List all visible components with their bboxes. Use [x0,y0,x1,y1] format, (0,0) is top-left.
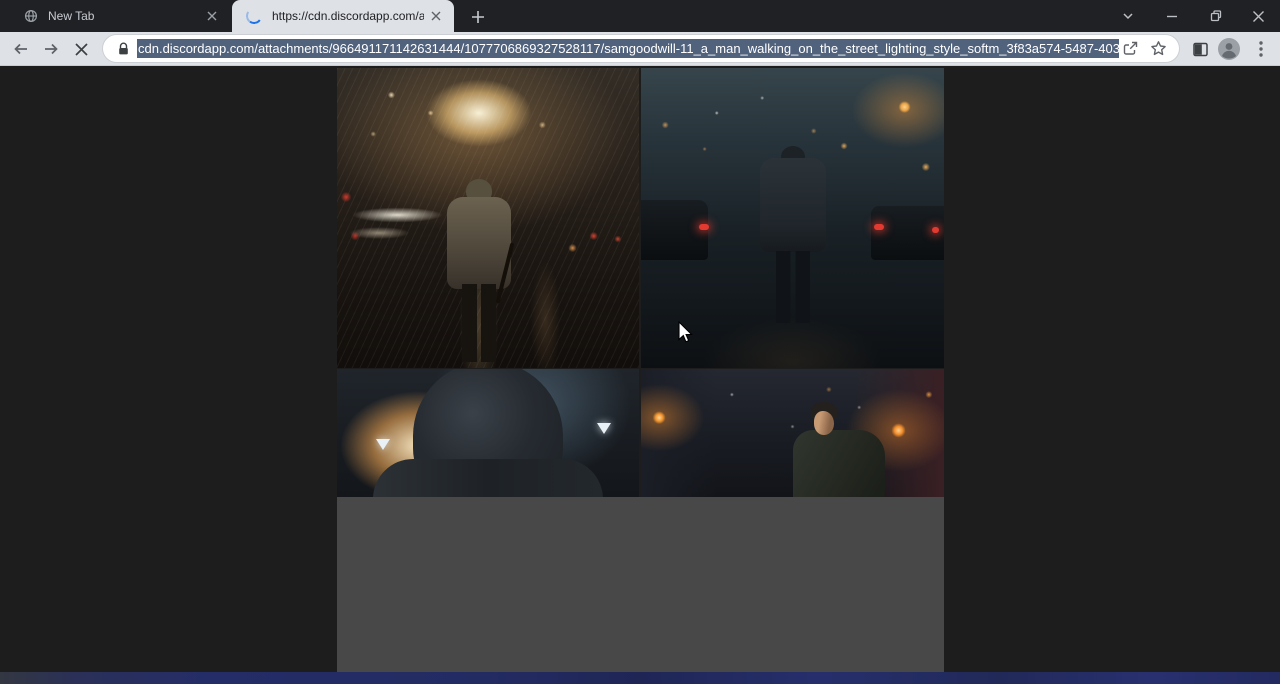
close-icon [1252,10,1265,23]
taillight [699,224,709,230]
figure-face [814,411,834,435]
car-silhouette [641,200,708,260]
forward-button[interactable] [39,37,63,61]
kebab-menu-icon [1259,41,1263,57]
image-grid [337,68,944,672]
car-silhouette [871,206,944,260]
hooded-figure [373,459,603,497]
tab-strip: New Tab https://cdn.discordapp.com/atta [0,0,1280,32]
minimize-button[interactable] [1150,0,1194,32]
mouse-cursor [678,321,695,345]
restore-button[interactable] [1194,0,1238,32]
bookmark-button[interactable] [1147,38,1169,60]
side-panel-icon [1192,41,1209,58]
new-tab-button[interactable] [466,5,490,29]
menu-button[interactable] [1248,36,1274,62]
minimize-icon [1165,9,1179,23]
restore-icon [1209,9,1223,23]
figure-silhouette [776,251,810,323]
close-button[interactable] [1236,0,1280,32]
share-icon [1122,40,1139,57]
tab-close-icon[interactable] [428,8,444,24]
back-icon [12,40,30,58]
tab-title: New Tab [48,9,200,23]
bottom-bar [0,672,1280,684]
street-lamp [597,423,611,434]
image-tile-rainy-street[interactable] [337,68,639,368]
forward-icon [42,40,60,58]
figure-silhouette [760,158,826,252]
star-icon [1150,40,1167,57]
side-panel-button[interactable] [1187,36,1213,62]
toolbar: cdn.discordapp.com/attachments/966491171… [0,32,1280,66]
content-area [0,66,1280,684]
figure-silhouette [462,284,496,362]
lock-icon[interactable] [115,41,131,57]
image-loading-placeholder [337,497,944,674]
profile-button[interactable] [1216,36,1242,62]
image-tile-hooded-closeup[interactable] [337,369,639,497]
taillight [932,227,939,233]
street-lamp [376,439,390,450]
image-tile-alley-portrait[interactable] [641,369,944,497]
share-button[interactable] [1119,38,1141,60]
stop-button[interactable] [69,37,93,61]
avatar-icon [1217,37,1241,61]
tab-new-tab[interactable]: New Tab [8,0,230,32]
figure-silhouette [793,430,885,497]
tab-active[interactable]: https://cdn.discordapp.com/atta [232,0,454,32]
chevron-down-icon [1121,9,1135,23]
url-text[interactable]: cdn.discordapp.com/attachments/966491171… [137,39,1119,58]
tab-search-button[interactable] [1106,0,1150,32]
globe-icon [24,9,38,23]
tab-close-icon[interactable] [204,8,220,24]
back-button[interactable] [9,37,33,61]
spinner-icon [245,7,264,26]
address-bar[interactable]: cdn.discordapp.com/attachments/966491171… [103,35,1179,62]
taillight [874,224,884,230]
stop-icon [74,42,89,57]
plus-icon [471,10,485,24]
tab-title: https://cdn.discordapp.com/atta [272,9,424,23]
